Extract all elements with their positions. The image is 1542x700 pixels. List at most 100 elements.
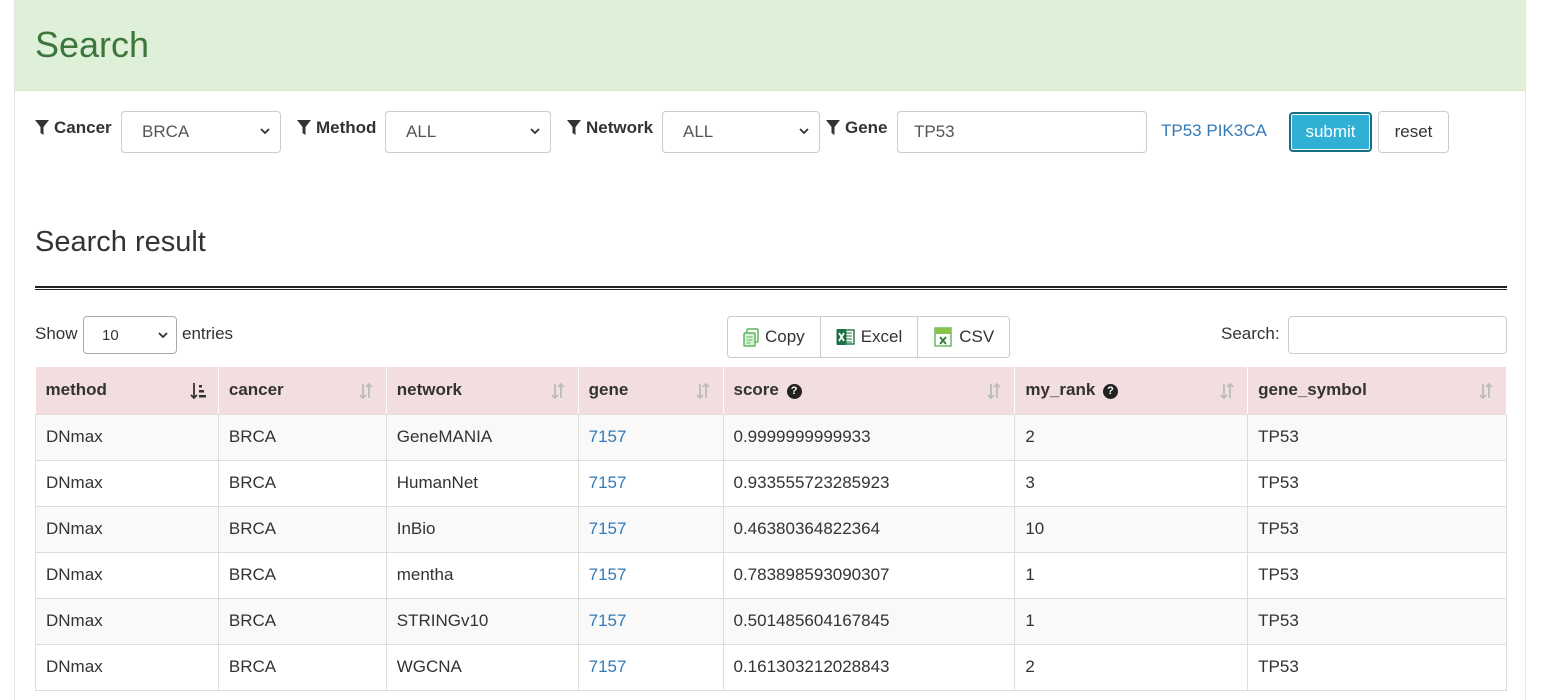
cell-cancer: BRCA [218, 414, 387, 461]
cell-gene-symbol: TP53 [1247, 414, 1507, 461]
sort-icon [550, 382, 565, 400]
cell-score: 0.46380364822364 [723, 506, 1016, 553]
cell-gene-symbol: TP53 [1247, 460, 1507, 507]
cell-cancer: BRCA [218, 552, 387, 599]
column-header-gene-symbol[interactable]: gene_symbol [1247, 367, 1507, 415]
cell-gene: 7157 [578, 644, 724, 691]
cell-score: 0.9999999999933 [723, 414, 1016, 461]
cell-my-rank: 2 [1014, 414, 1249, 461]
cell-gene: 7157 [578, 414, 724, 461]
cell-gene-symbol: TP53 [1247, 552, 1507, 599]
cell-score: 0.161303212028843 [723, 644, 1016, 691]
cell-method: DNmax [35, 414, 219, 461]
excel-button[interactable]: Excel [820, 316, 919, 358]
gene-link[interactable]: 7157 [589, 657, 627, 676]
entries-label: entries [182, 324, 234, 343]
cell-my-rank: 1 [1014, 552, 1249, 599]
cell-method: DNmax [35, 598, 219, 645]
filter-icon [35, 120, 49, 135]
question-circle-icon[interactable]: ? [1103, 384, 1119, 400]
cell-gene: 7157 [578, 506, 724, 553]
table-row: DNmax BRCA WGCNA 7157 0.161303212028843 … [35, 644, 1507, 691]
page-length-select[interactable]: 10 [83, 316, 177, 354]
table-search-input[interactable] [1288, 316, 1507, 354]
cell-gene-symbol: TP53 [1247, 506, 1507, 553]
sort-icon [359, 382, 373, 400]
chevron-down-icon [799, 128, 809, 135]
column-header-cancer[interactable]: cancer [218, 367, 387, 415]
cell-network: HumanNet [386, 460, 579, 507]
show-label: Show [35, 324, 78, 343]
cell-my-rank: 3 [1014, 460, 1249, 507]
gene-link[interactable]: 7157 [589, 519, 627, 538]
table-row: DNmax BRCA InBio 7157 0.46380364822364 1… [35, 506, 1507, 553]
cell-network: InBio [386, 506, 579, 553]
excel-icon [836, 329, 855, 345]
copy-icon [743, 327, 759, 347]
column-header-method[interactable]: method [35, 367, 219, 415]
search-panel: Search Cancer BRCA Method ALL Network AL… [14, 0, 1526, 700]
filter-icon [297, 120, 311, 135]
network-filter-label: Network [567, 118, 653, 138]
results-table: method cancer network gene score ? my_ra… [35, 367, 1507, 691]
cell-network: mentha [386, 552, 579, 599]
export-button-group: Copy Excel CSV [727, 316, 1011, 358]
cell-network: STRINGv10 [386, 598, 579, 645]
method-filter-label: Method [297, 118, 376, 138]
gene-examples-link[interactable]: TP53 PIK3CA [1161, 121, 1267, 141]
search-result-title: Search result [35, 226, 206, 258]
network-select[interactable]: ALL [662, 111, 820, 153]
cell-cancer: BRCA [218, 506, 387, 553]
gene-link[interactable]: 7157 [589, 611, 627, 630]
gene-link[interactable]: 7157 [589, 473, 627, 492]
panel-heading: Search [15, 0, 1525, 91]
table-row: DNmax BRCA HumanNet 7157 0.9335557232859… [35, 460, 1507, 507]
submit-button[interactable]: submit [1289, 112, 1372, 152]
cell-gene-symbol: TP53 [1247, 644, 1507, 691]
cell-my-rank: 10 [1014, 506, 1249, 553]
table-row: DNmax BRCA GeneMANIA 7157 0.999999999993… [35, 414, 1507, 461]
cell-score: 0.933555723285923 [723, 460, 1016, 507]
cell-gene: 7157 [578, 598, 724, 645]
table-header-row: method cancer network gene score ? my_ra… [35, 367, 1507, 415]
csv-button[interactable]: CSV [918, 316, 1011, 358]
cell-my-rank: 1 [1014, 598, 1249, 645]
gene-link[interactable]: 7157 [589, 427, 627, 446]
gene-filter-label: Gene [826, 118, 888, 138]
reset-button[interactable]: reset [1378, 111, 1449, 153]
cell-network: WGCNA [386, 644, 579, 691]
chevron-down-icon [530, 128, 540, 135]
table-row: DNmax BRCA mentha 7157 0.783898593090307… [35, 552, 1507, 599]
cell-gene: 7157 [578, 552, 724, 599]
cell-my-rank: 2 [1014, 644, 1249, 691]
column-header-gene[interactable]: gene [578, 367, 724, 415]
question-circle-icon[interactable]: ? [786, 384, 802, 400]
cell-score: 0.501485604167845 [723, 598, 1016, 645]
cell-method: DNmax [35, 644, 219, 691]
cell-method: DNmax [35, 460, 219, 507]
sort-icon [1479, 382, 1493, 400]
column-header-network[interactable]: network [386, 367, 579, 415]
table-search-label: Search: [1221, 324, 1280, 343]
cell-score: 0.783898593090307 [723, 552, 1016, 599]
filter-icon [567, 120, 581, 135]
gene-input[interactable]: TP53 [897, 111, 1147, 153]
cancer-select[interactable]: BRCA [121, 111, 281, 153]
divider [35, 286, 1507, 290]
column-header-my-rank[interactable]: my_rank ? [1014, 367, 1249, 415]
column-header-score[interactable]: score ? [723, 367, 1016, 415]
cell-method: DNmax [35, 552, 219, 599]
cell-method: DNmax [35, 506, 219, 553]
cell-network: GeneMANIA [386, 414, 579, 461]
chevron-down-icon [158, 332, 168, 339]
csv-icon [934, 327, 952, 347]
sort-icon [987, 382, 1001, 400]
gene-link[interactable]: 7157 [589, 565, 627, 584]
copy-button[interactable]: Copy [727, 316, 821, 358]
cell-gene-symbol: TP53 [1247, 598, 1507, 645]
filter-icon [826, 120, 840, 135]
cell-cancer: BRCA [218, 598, 387, 645]
method-select[interactable]: ALL [385, 111, 551, 153]
table-row: DNmax BRCA STRINGv10 7157 0.501485604167… [35, 598, 1507, 645]
cell-gene: 7157 [578, 460, 724, 507]
